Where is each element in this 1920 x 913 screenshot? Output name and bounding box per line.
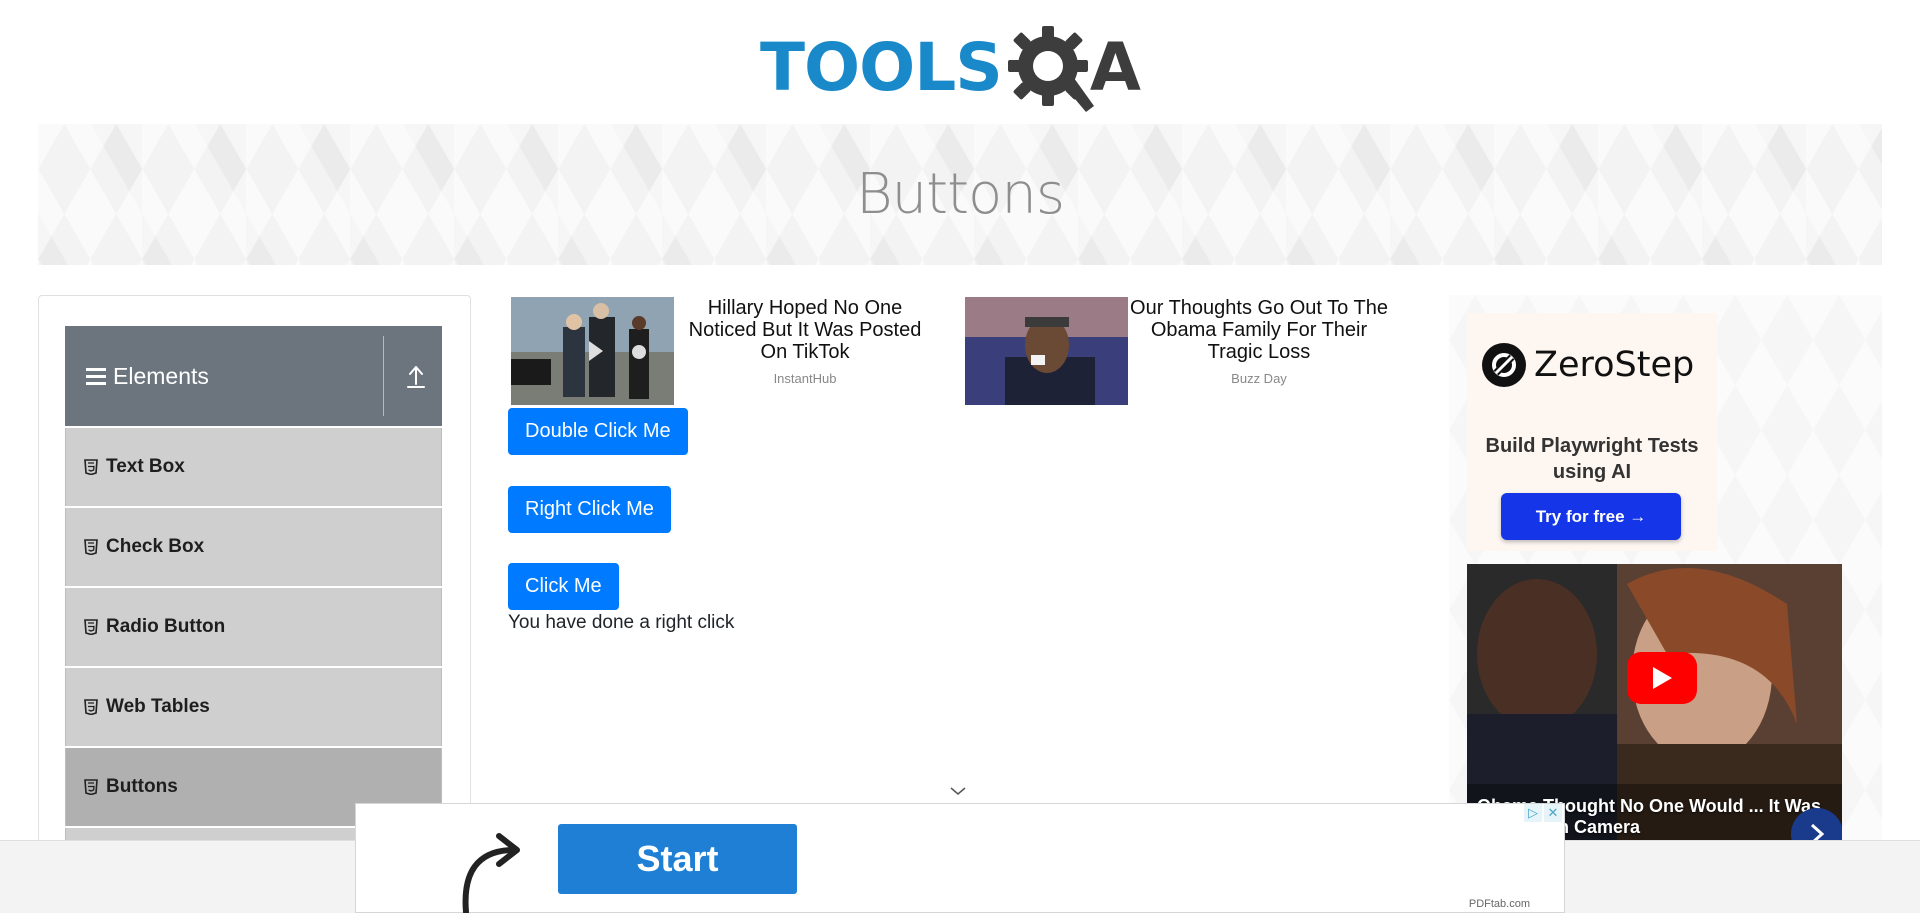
ad-thumbnail xyxy=(511,297,674,405)
try-for-free-button[interactable]: Try for free → xyxy=(1501,493,1681,540)
ad-headline[interactable]: Hillary Hoped No One Noticed But It Was … xyxy=(674,297,936,363)
sidebar-item-label: Buttons xyxy=(106,776,178,797)
page-banner: Buttons xyxy=(38,124,1882,265)
ad-thumbnail xyxy=(965,297,1128,405)
logo-text: TOOLS xyxy=(760,28,1003,106)
start-button[interactable]: Start xyxy=(558,824,797,894)
right-click-message: You have done a right click xyxy=(508,612,735,633)
html5-icon xyxy=(84,459,98,475)
ad-photo xyxy=(965,297,1128,405)
sidebar-item-label: Web Tables xyxy=(106,696,210,717)
sidebar-item-label: Radio Button xyxy=(106,616,226,637)
ad-source: InstantHub xyxy=(773,371,837,386)
html5-icon xyxy=(84,779,98,795)
sponsored-ad-2[interactable]: Our Thoughts Go Out To The Obama Family … xyxy=(965,297,1390,405)
sidebar-item-label: Check Box xyxy=(106,536,205,557)
gear-magnifier-icon xyxy=(1007,25,1094,112)
zerostep-logo-icon xyxy=(1482,343,1526,387)
close-icon[interactable]: ✕ xyxy=(1544,804,1562,822)
sponsored-ad-1[interactable]: Hillary Hoped No One Noticed But It Was … xyxy=(511,297,936,405)
logo-text-a: A xyxy=(1089,28,1141,106)
right-ad-panel: ZeroStep Build Playwright Tests using AI… xyxy=(1449,295,1882,840)
chevron-right-icon xyxy=(1810,823,1825,840)
ad-text: Hillary Hoped No One Noticed But It Was … xyxy=(674,297,936,405)
zerostep-ad[interactable]: ZeroStep Build Playwright Tests using AI… xyxy=(1467,313,1717,551)
page: TOOLS A Buttons Elements Text Box Check … xyxy=(0,0,1920,913)
toolsqa-logo[interactable]: TOOLS A xyxy=(760,20,1165,115)
ad-source: Buzz Day xyxy=(1231,371,1287,386)
header-divider xyxy=(383,336,384,416)
page-title: Buttons xyxy=(855,162,1065,227)
video-ad[interactable]: Obama Thought No One Would ... It Was Ca… xyxy=(1467,564,1842,840)
ad-photo xyxy=(511,297,674,405)
adchoices-icon[interactable]: ▷ xyxy=(1524,804,1542,822)
hamburger-icon xyxy=(86,368,106,385)
sidebar-item-check-box[interactable]: Check Box xyxy=(65,508,442,586)
group-title: Elements xyxy=(85,363,209,390)
sidebar-item-radio-button[interactable]: Radio Button xyxy=(65,588,442,666)
sidebar-item-label: Text Box xyxy=(106,456,185,477)
right-click-button[interactable]: Right Click Me xyxy=(508,486,671,533)
ad-source: PDFtab.com xyxy=(1468,898,1530,910)
chevron-down-icon[interactable] xyxy=(950,785,966,797)
sidebar-item-text-box[interactable]: Text Box xyxy=(65,428,442,506)
ad-text: Our Thoughts Go Out To The Obama Family … xyxy=(1128,297,1390,405)
zerostep-logo: ZeroStep xyxy=(1482,343,1694,387)
click-me-button[interactable]: Click Me xyxy=(508,563,619,610)
play-button[interactable] xyxy=(1627,652,1697,704)
zerostep-name: ZeroStep xyxy=(1534,345,1695,385)
zerostep-tagline: Build Playwright Tests using AI xyxy=(1485,435,1699,483)
bottom-banner-ad[interactable]: Start PDFtab.com ▷ ✕ xyxy=(355,803,1565,913)
ad-choices[interactable]: ▷ ✕ xyxy=(1524,804,1562,822)
ad-headline[interactable]: Our Thoughts Go Out To The Obama Family … xyxy=(1128,297,1390,363)
sidebar-group-elements[interactable]: Elements xyxy=(65,326,442,426)
html5-icon xyxy=(84,619,98,635)
collapse-up-icon[interactable] xyxy=(405,364,427,390)
sidebar-item-web-tables[interactable]: Web Tables xyxy=(65,668,442,746)
html5-icon xyxy=(84,699,98,715)
curved-arrow-icon xyxy=(462,833,520,913)
group-title-label: Elements xyxy=(113,362,209,389)
play-icon xyxy=(1653,667,1672,689)
html5-icon xyxy=(84,539,98,555)
double-click-button[interactable]: Double Click Me xyxy=(508,408,688,455)
